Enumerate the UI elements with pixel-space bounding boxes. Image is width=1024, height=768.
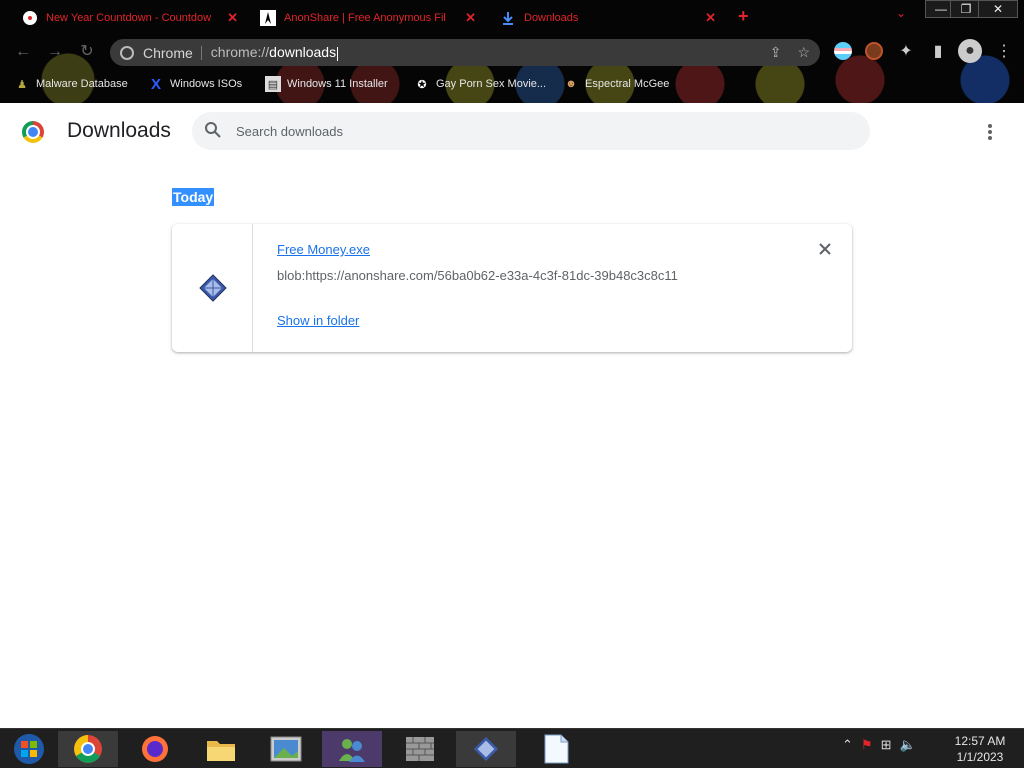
- downloads-toolbar: Downloads: [0, 103, 1024, 161]
- taskbar-chrome[interactable]: [58, 731, 118, 767]
- tab-downloads[interactable]: Downloads ✕: [492, 4, 724, 32]
- executable-file-icon: [199, 274, 227, 302]
- show-hidden-icons-chevron-icon[interactable]: ⌃: [842, 737, 853, 753]
- executable-file-icon: [473, 736, 499, 762]
- browser-chrome: New Year Countdown - Countdow ✕ AnonShar…: [0, 0, 1024, 103]
- date-header: Today: [172, 188, 215, 206]
- tab-search-chevron-icon[interactable]: ⌄: [896, 6, 906, 20]
- site-icon: ✪: [417, 78, 427, 91]
- extensions-puzzle-icon[interactable]: ✦: [896, 41, 916, 61]
- close-tab-icon[interactable]: ✕: [227, 10, 238, 26]
- bookmark-malware-database[interactable]: ♟ Malware Database: [14, 75, 128, 93]
- x-icon: X: [150, 75, 161, 93]
- tab-anonshare[interactable]: AnonShare | Free Anonymous Fil ✕: [252, 4, 484, 32]
- action-center-flag-icon[interactable]: ⚑: [861, 737, 873, 753]
- chrome-icon: [74, 735, 102, 763]
- taskbar-messenger[interactable]: [322, 731, 382, 767]
- url-text[interactable]: chrome://downloads: [211, 44, 339, 61]
- page-title: Downloads: [67, 119, 171, 142]
- search-box[interactable]: [192, 112, 870, 150]
- taskbar-firefox[interactable]: [125, 731, 185, 767]
- remove-download-close-icon[interactable]: [817, 241, 833, 257]
- bookmark-gay-porn-sex-movie[interactable]: ✪ Gay Porn Sex Movie...: [414, 75, 546, 93]
- taskbar-notepad[interactable]: [526, 731, 586, 767]
- reload-icon[interactable]: ↻: [78, 43, 96, 61]
- tab-title: Downloads: [524, 12, 579, 24]
- download-arrow-icon: [500, 10, 516, 26]
- taskbar-free-money-exe[interactable]: [456, 731, 516, 767]
- start-button[interactable]: [6, 731, 52, 767]
- taskbar-clock[interactable]: 12:57 AM 1/1/2023: [940, 733, 1020, 765]
- site-icon: ☻: [565, 78, 577, 90]
- person-icon: ♟: [17, 78, 27, 91]
- network-icon[interactable]: ⊞: [881, 737, 892, 753]
- windows-orb-icon: [14, 734, 44, 764]
- close-tab-icon[interactable]: ✕: [705, 10, 716, 26]
- back-arrow-icon[interactable]: ←: [14, 43, 32, 61]
- chrome-menu-icon[interactable]: ⋮: [994, 41, 1014, 61]
- wall-icon: [406, 737, 434, 761]
- download-item-card: Free Money.exe blob:https://anonshare.co…: [172, 224, 852, 352]
- extension-flag-icon[interactable]: [834, 42, 852, 60]
- tab-new-year-countdown[interactable]: New Year Countdown - Countdow ✕: [14, 4, 246, 32]
- system-tray: ⌃ ⚑ ⊞ 🔈: [842, 737, 916, 753]
- file-icon-container: [172, 224, 253, 352]
- page-icon: ▤: [265, 76, 281, 92]
- taskbar-photo-viewer[interactable]: [256, 731, 316, 767]
- chrome-logo-icon: [22, 121, 44, 143]
- show-in-folder-link[interactable]: Show in folder: [277, 313, 359, 328]
- search-icon: [205, 122, 221, 138]
- folder-icon: [207, 741, 235, 761]
- share-icon[interactable]: ⇪: [770, 44, 782, 61]
- close-window-button[interactable]: ✕: [978, 0, 1018, 18]
- firefox-icon: [142, 736, 168, 762]
- taskbar-app-bricks[interactable]: [390, 731, 450, 767]
- tab-title: New Year Countdown - Countdow: [46, 12, 212, 24]
- forward-arrow-icon[interactable]: →: [46, 43, 64, 61]
- new-tab-button[interactable]: +: [738, 6, 749, 27]
- more-actions-icon[interactable]: [980, 121, 1000, 143]
- clock-face-icon: [22, 10, 38, 26]
- taskbar-file-explorer[interactable]: [191, 731, 251, 767]
- clock-time: 12:57 AM: [954, 734, 1006, 748]
- side-panel-icon[interactable]: ▮: [928, 41, 948, 61]
- document-icon: [544, 734, 569, 764]
- anonshare-icon: [260, 10, 276, 26]
- address-bar[interactable]: Chrome chrome://downloads ⇪ ☆: [110, 39, 820, 66]
- file-name-link[interactable]: Free Money.exe: [277, 242, 370, 257]
- chrome-site-icon: [120, 45, 134, 60]
- extension-avatar-icon[interactable]: [865, 42, 883, 60]
- clock-date: 1/1/2023: [956, 750, 1004, 764]
- picture-icon: [270, 736, 302, 762]
- bookmark-windows-isos[interactable]: X Windows ISOs: [148, 75, 242, 93]
- file-source-url: blob:https://anonshare.com/56ba0b62-e33a…: [277, 268, 678, 283]
- bookmark-star-icon[interactable]: ☆: [797, 44, 810, 61]
- close-tab-icon[interactable]: ✕: [465, 10, 476, 26]
- profile-avatar-icon[interactable]: ●: [958, 39, 982, 63]
- taskbar: ⌃ ⚑ ⊞ 🔈 12:57 AM 1/1/2023: [0, 728, 1024, 768]
- bookmark-windows-11-installer[interactable]: ▤ Windows 11 Installer: [265, 75, 388, 93]
- search-input[interactable]: [236, 120, 836, 142]
- site-chip: Chrome: [143, 45, 202, 60]
- tab-title: AnonShare | Free Anonymous Fil: [284, 12, 446, 24]
- people-icon: [339, 739, 365, 762]
- volume-icon[interactable]: 🔈: [899, 737, 915, 753]
- bookmark-espectral-mcgee[interactable]: ☻ Espectral McGee: [563, 75, 669, 93]
